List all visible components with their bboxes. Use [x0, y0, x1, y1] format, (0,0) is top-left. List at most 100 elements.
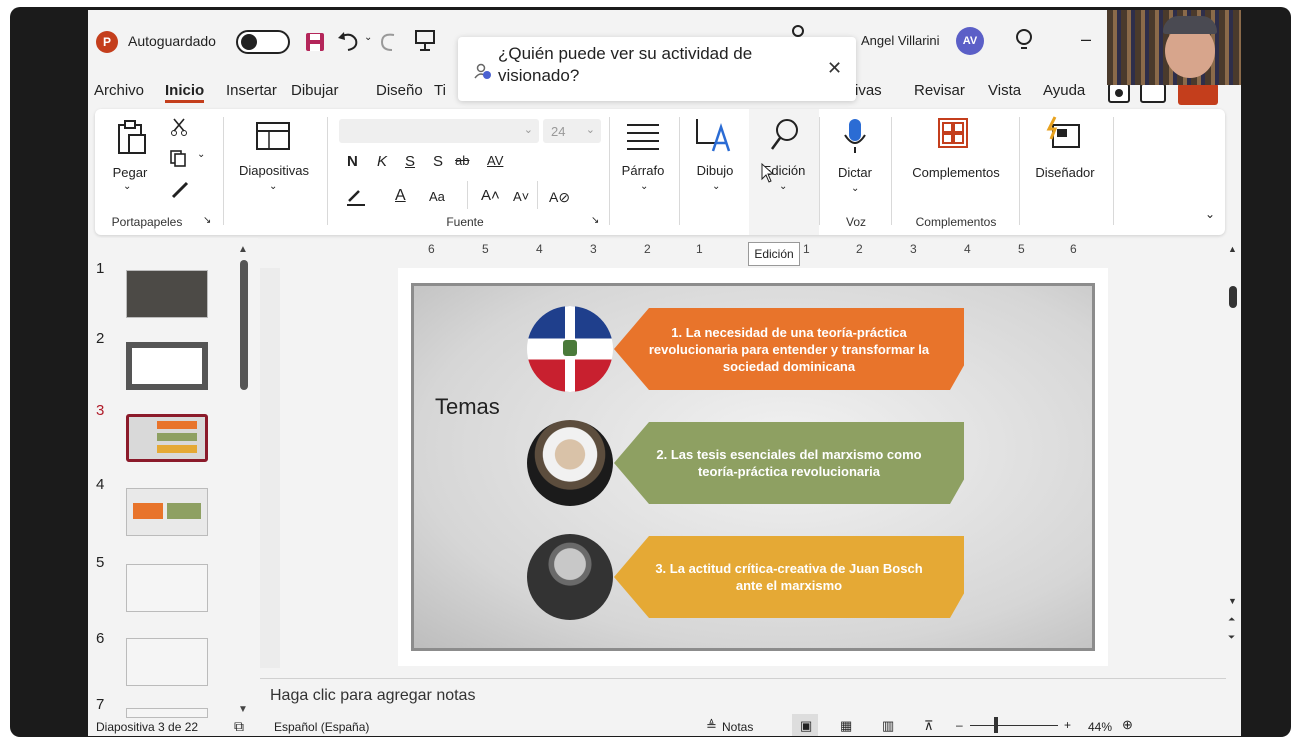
notes-placeholder: Haga clic para agregar notas	[270, 687, 476, 704]
increase-font-icon[interactable]: A˄	[481, 187, 500, 204]
thumbnail-scrollbar[interactable]	[240, 260, 248, 390]
save-icon[interactable]	[304, 31, 326, 53]
undo-icon[interactable]	[336, 30, 362, 52]
zoom-level[interactable]: 44%	[1088, 720, 1112, 734]
paragraph-dropdown-icon[interactable]: ⌄	[640, 181, 648, 192]
tab-insertar[interactable]: Insertar	[226, 82, 277, 99]
character-spacing-icon[interactable]: AV	[487, 153, 503, 168]
scroll-down-icon[interactable]: ▼	[1228, 596, 1237, 606]
slide-thumbnail-6[interactable]	[126, 638, 208, 686]
tab-inicio[interactable]: Inicio	[165, 82, 205, 103]
undo-dropdown-icon[interactable]: ⌄	[364, 32, 372, 43]
collapse-ribbon-icon[interactable]: ⌄	[1205, 207, 1215, 221]
paste-dropdown-icon[interactable]: ⌄	[123, 181, 131, 192]
slide-thumbnail-3[interactable]	[126, 414, 208, 462]
zoom-slider-thumb[interactable]	[994, 717, 998, 733]
slide-thumbnail-5[interactable]	[126, 564, 208, 612]
addins-button[interactable]: Complementos	[901, 165, 1011, 180]
decrease-font-icon[interactable]: A˅	[513, 189, 529, 204]
close-icon[interactable]: ✕	[827, 58, 842, 79]
strikethrough-icon[interactable]: ab	[455, 153, 469, 168]
tab-dibujar[interactable]: Dibujar	[291, 82, 339, 99]
italic-button[interactable]: K	[377, 153, 387, 170]
slide-sorter-icon[interactable]: ▦	[840, 718, 852, 734]
format-painter-icon[interactable]	[169, 181, 191, 201]
autosave-toggle[interactable]	[236, 30, 290, 54]
notes-icon[interactable]: ≜	[706, 718, 717, 734]
addins-icon[interactable]	[937, 117, 969, 149]
cut-icon[interactable]	[171, 117, 187, 137]
clipboard-launcher-icon[interactable]: ↘	[203, 215, 211, 226]
copy-dropdown-icon[interactable]: ⌄	[197, 149, 205, 160]
clear-formatting-icon[interactable]: A⊘	[549, 189, 570, 206]
current-slide[interactable]: Temas 1. La necesidad de una teoría-prác…	[411, 283, 1095, 651]
zoom-in-button[interactable]: +	[1064, 718, 1071, 732]
dictate-button[interactable]: Dictar	[829, 165, 881, 180]
drawing-button[interactable]: Dibujo	[687, 163, 743, 178]
reading-view-icon[interactable]: ▥	[882, 718, 894, 734]
designer-icon[interactable]	[1045, 115, 1081, 151]
scroll-up-icon[interactable]: ▲	[238, 244, 248, 255]
scroll-thumb[interactable]	[1229, 286, 1237, 308]
slideshow-icon[interactable]: ⊼	[924, 718, 934, 734]
paste-button[interactable]: Pegar	[109, 165, 151, 180]
slides-button[interactable]: Diapositivas	[229, 163, 319, 178]
minimize-icon[interactable]: –	[1081, 29, 1091, 50]
scroll-up-icon[interactable]: ▲	[1228, 244, 1237, 254]
paragraph-icon[interactable]	[625, 121, 661, 153]
font-family-select[interactable]: ⌄	[339, 119, 539, 143]
tab-diseno[interactable]: Diseño	[376, 82, 423, 99]
zoom-slider-track[interactable]	[970, 725, 1058, 726]
font-color-icon[interactable]: A	[395, 187, 406, 205]
accessibility-icon[interactable]: ⧉	[234, 718, 244, 735]
share-button[interactable]	[1178, 83, 1218, 105]
slides-dropdown-icon[interactable]: ⌄	[269, 181, 277, 192]
notes-pane[interactable]: Haga clic para agregar notas	[260, 678, 1226, 714]
designer-button[interactable]: Diseñador	[1025, 165, 1105, 180]
slide-thumbnail-7[interactable]	[126, 708, 208, 718]
dictate-dropdown-icon[interactable]: ⌄	[851, 183, 859, 194]
presenter-icon[interactable]	[414, 28, 436, 52]
redo-icon[interactable]	[378, 30, 400, 52]
slide-thumbnail-2[interactable]	[126, 342, 208, 390]
tab-revisar[interactable]: Revisar	[914, 82, 965, 99]
underline-button[interactable]: S	[405, 153, 415, 170]
bold-button[interactable]: N	[347, 153, 358, 170]
notes-toggle[interactable]: Notas	[722, 720, 753, 734]
record-button[interactable]	[1108, 83, 1130, 103]
slide-number: 6	[96, 630, 105, 647]
paragraph-button[interactable]: Párrafo	[615, 163, 671, 178]
shadow-button[interactable]: S	[433, 153, 443, 170]
previous-slide-icon[interactable]: ⏶	[1228, 614, 1235, 625]
ruler-mark: 6	[428, 242, 435, 256]
drawing-icon[interactable]	[695, 117, 735, 155]
fit-to-window-icon[interactable]: ⊕	[1122, 717, 1133, 733]
font-launcher-icon[interactable]: ↘	[591, 215, 599, 226]
microphone-icon[interactable]	[843, 117, 867, 155]
new-slide-icon[interactable]	[255, 121, 291, 153]
change-case-icon[interactable]: Aa	[429, 189, 445, 204]
paste-icon[interactable]	[115, 119, 147, 155]
language-indicator[interactable]: Español (España)	[274, 720, 369, 734]
slide-thumbnail-1[interactable]	[126, 270, 208, 318]
lightbulb-icon[interactable]	[1015, 28, 1033, 54]
editing-button[interactable]: Edición ⌄	[749, 109, 819, 235]
tab-transiciones[interactable]: Ti	[434, 82, 446, 99]
zoom-out-button[interactable]: –	[956, 718, 963, 732]
drawing-dropdown-icon[interactable]: ⌄	[712, 181, 720, 192]
comments-button[interactable]	[1140, 83, 1166, 103]
slide-scrollbar[interactable]: ▲ ▼ ⏶ ⏷	[1226, 240, 1241, 680]
tab-archivo[interactable]: Archivo	[94, 82, 144, 99]
separator	[819, 117, 820, 225]
slide-thumbnail-4[interactable]	[126, 488, 208, 536]
user-avatar[interactable]: AV	[956, 27, 984, 55]
copy-icon[interactable]	[169, 149, 191, 167]
presenter-cap	[1163, 16, 1217, 34]
highlighter-icon[interactable]	[345, 189, 367, 207]
font-size-select[interactable]: 24 ⌄	[543, 119, 601, 143]
tab-ayuda[interactable]: Ayuda	[1043, 82, 1085, 99]
tab-diapositivas[interactable]: ivas	[855, 82, 882, 99]
next-slide-icon[interactable]: ⏷	[1228, 632, 1235, 643]
scroll-down-icon[interactable]: ▼	[238, 704, 248, 715]
tab-vista[interactable]: Vista	[988, 82, 1021, 99]
